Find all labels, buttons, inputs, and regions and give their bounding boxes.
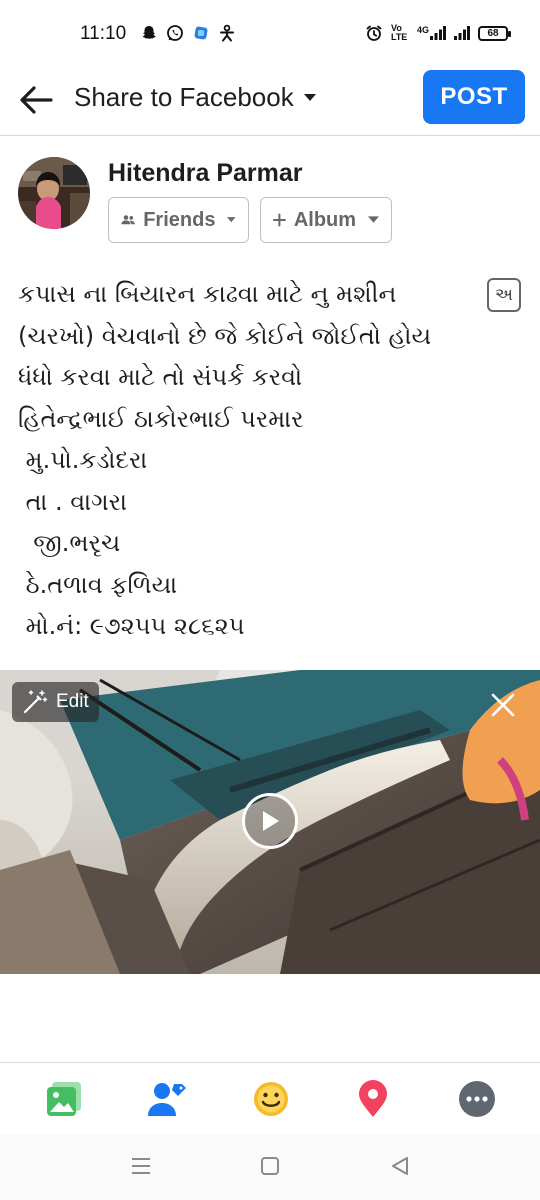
4g-signal-icon: 4G bbox=[417, 26, 446, 40]
play-icon bbox=[263, 811, 279, 831]
location-button[interactable] bbox=[351, 1077, 395, 1121]
feeling-icon bbox=[254, 1082, 288, 1116]
remove-media-button[interactable] bbox=[488, 690, 518, 720]
post-text-line: હિતેન્દ્રભાઈ ઠાકોરભાઈ પરમાર bbox=[18, 404, 304, 433]
recent-apps-button[interactable] bbox=[129, 1154, 153, 1178]
snapchat-icon bbox=[140, 24, 158, 42]
menu-icon bbox=[132, 1158, 150, 1174]
header-title: Share to Facebook bbox=[74, 82, 294, 112]
edit-button[interactable]: Edit bbox=[12, 682, 99, 722]
post-text-line: કપાસ ના બિયારન કાઢવા માટે નુ મશીન bbox=[18, 280, 397, 308]
battery-icon: 68 bbox=[478, 25, 511, 41]
home-icon bbox=[261, 1157, 279, 1175]
composer-toolbar bbox=[0, 1062, 540, 1134]
photo-button[interactable] bbox=[42, 1077, 86, 1121]
network-label: 4G bbox=[416, 25, 429, 35]
app-icon bbox=[192, 24, 210, 42]
back-button[interactable] bbox=[16, 80, 56, 120]
post-text-line: જી.ભરૃચ bbox=[18, 529, 121, 557]
alarm-icon bbox=[365, 24, 383, 42]
close-icon bbox=[491, 693, 515, 717]
post-text-line: ઠે.તળાવ ફળિયા bbox=[18, 570, 178, 599]
friends-icon bbox=[121, 215, 135, 225]
destination-selector[interactable]: Share to Facebook bbox=[74, 82, 316, 113]
more-icon bbox=[459, 1081, 495, 1117]
album-selector[interactable]: Album bbox=[260, 197, 392, 243]
system-back-button[interactable] bbox=[388, 1154, 412, 1178]
location-icon bbox=[359, 1080, 387, 1117]
post-button[interactable]: POST bbox=[423, 70, 525, 124]
edit-label: Edit bbox=[56, 691, 89, 712]
back-arrow-icon bbox=[20, 86, 53, 114]
photo-icon bbox=[47, 1082, 81, 1116]
post-text-line: (ચરખો) વેચવાનો છે જે કોઈને જોઈતો હોય bbox=[18, 321, 432, 350]
tag-people-button[interactable] bbox=[145, 1077, 189, 1121]
avatar bbox=[18, 157, 90, 229]
magic-wand-icon bbox=[23, 690, 48, 714]
status-bar: 11:10 Vo LTE 4G 68 bbox=[0, 0, 540, 68]
video-attachment[interactable]: Edit bbox=[0, 670, 540, 974]
post-text-input[interactable]: કપાસ ના બિયારન કાઢવા માટે નુ મશીન (ચરખો) … bbox=[18, 274, 488, 648]
play-button[interactable] bbox=[242, 793, 298, 849]
post-text-line: તા . વાગરા bbox=[18, 487, 127, 516]
feeling-button[interactable] bbox=[249, 1077, 293, 1121]
plus-icon bbox=[273, 213, 286, 227]
user-name: Hitendra Parmar bbox=[108, 159, 303, 187]
post-text-line: મો.નં: ૯૭૨૫૫ ૨૮૬૨૫ bbox=[18, 612, 245, 640]
transliterate-button[interactable]: અ bbox=[487, 278, 521, 312]
audience-selector[interactable]: Friends bbox=[108, 197, 249, 243]
app-header: Share to Facebook POST bbox=[0, 68, 540, 136]
caret-down-icon bbox=[303, 93, 316, 101]
album-label: Album bbox=[293, 208, 357, 231]
caret-down-icon bbox=[227, 217, 236, 223]
system-icons: Vo LTE 4G 68 bbox=[365, 23, 511, 42]
home-button[interactable] bbox=[258, 1154, 282, 1178]
more-options-button[interactable] bbox=[455, 1077, 499, 1121]
notification-icons bbox=[140, 24, 236, 42]
accessibility-icon bbox=[218, 24, 236, 42]
back-triangle-icon bbox=[392, 1157, 408, 1175]
signal-icon bbox=[454, 26, 470, 40]
status-time: 11:10 bbox=[80, 23, 127, 44]
tag-people-icon bbox=[148, 1083, 186, 1116]
post-text-line: મુ.પો.કડોદરા bbox=[18, 446, 148, 474]
caret-down-icon bbox=[368, 216, 379, 223]
volte-icon: Vo LTE bbox=[390, 23, 408, 42]
post-text-line: ધંધો કરવા માટે તો સંપર્ક કરવો bbox=[18, 363, 303, 391]
audience-label: Friends bbox=[143, 208, 216, 231]
system-nav-bar bbox=[0, 1134, 540, 1200]
whatsapp-icon bbox=[166, 24, 184, 42]
